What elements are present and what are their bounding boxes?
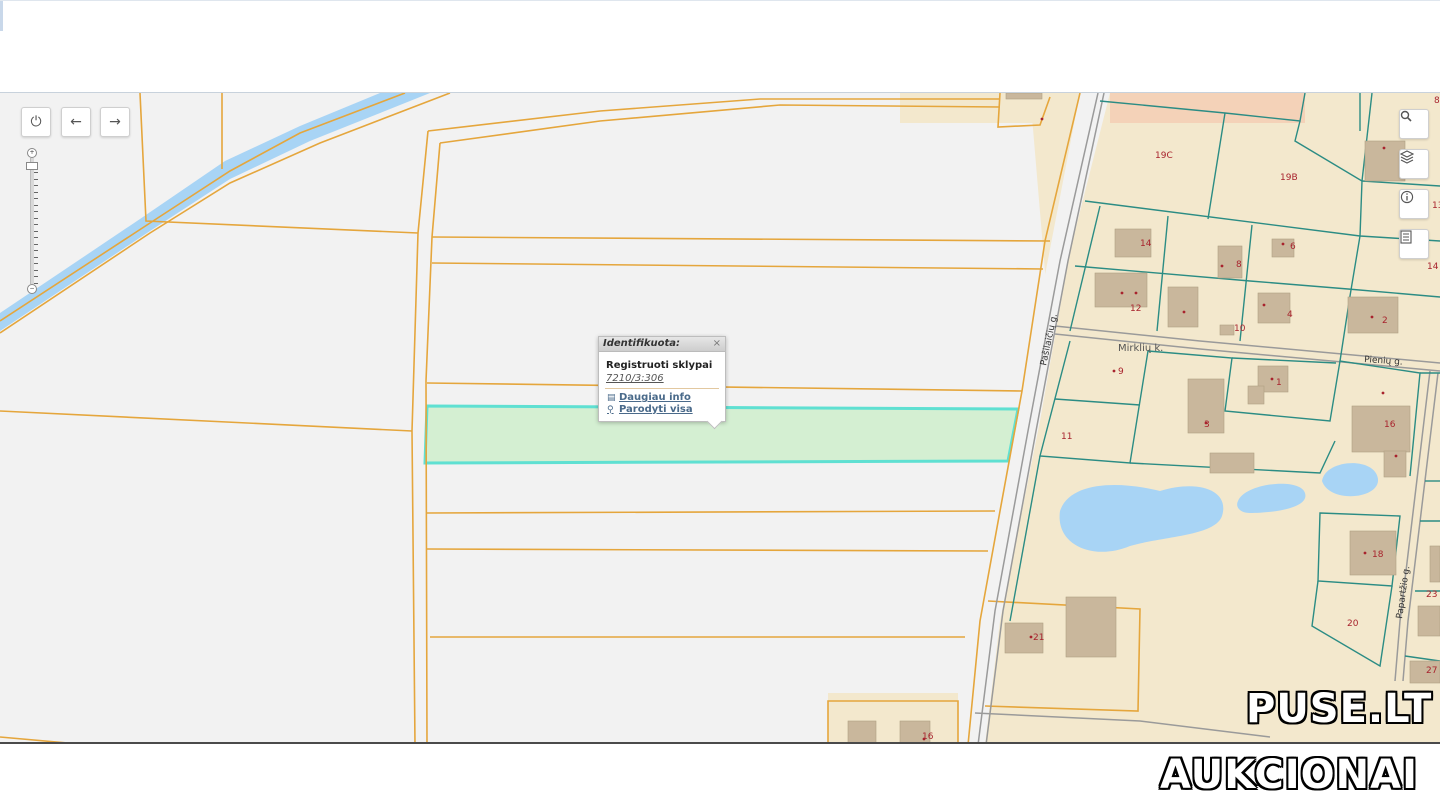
- parcel-label: 18: [1372, 550, 1384, 560]
- document-button[interactable]: [1399, 229, 1429, 259]
- zoom-tick: [34, 217, 38, 219]
- more-info-label: Daugiau info: [619, 392, 691, 403]
- zoom-slider[interactable]: + −: [26, 148, 38, 294]
- zoom-tick: [34, 269, 38, 271]
- top-band: [0, 0, 1440, 92]
- zoom-out-button[interactable]: −: [27, 284, 37, 294]
- zoom-tick: [34, 224, 38, 225]
- info-button[interactable]: [1399, 189, 1429, 219]
- back-button[interactable]: ←: [61, 107, 91, 137]
- document-icon: ▤: [607, 392, 616, 403]
- zoom-tick: [34, 237, 38, 238]
- parcel-label: 10: [1234, 324, 1246, 334]
- zoom-tick: [34, 263, 38, 264]
- parcel-label: 12: [1130, 304, 1141, 314]
- parcel-label: 2: [1382, 316, 1388, 326]
- zoom-in-button[interactable]: +: [27, 148, 37, 158]
- parcel-label: 14: [1140, 239, 1152, 249]
- parcel-label: 8: [1236, 260, 1242, 270]
- zoom-tick: [34, 198, 38, 199]
- arrow-right-icon: →: [109, 114, 121, 130]
- zoom-tick: [34, 191, 38, 193]
- zoom-handle[interactable]: [26, 162, 38, 170]
- parcel-code-link[interactable]: 7210/3:306: [606, 373, 725, 384]
- parcel-label: 4: [1287, 310, 1293, 320]
- zoom-tick: [34, 172, 38, 173]
- watermark-line1: PUSE.LT: [1246, 686, 1433, 732]
- zoom-tick: [34, 256, 38, 258]
- power-icon: ⏻: [30, 114, 42, 130]
- popup-header: Identifikuota: ×: [599, 337, 725, 352]
- show-all-link[interactable]: ⚲ Parodyti visa: [607, 404, 725, 415]
- parcel-label: 9: [1118, 367, 1124, 377]
- arrow-left-icon: ←: [70, 114, 82, 130]
- zoom-tick: [34, 276, 38, 277]
- zoom-tick: [34, 204, 38, 206]
- parcel-label: 23: [1426, 590, 1437, 600]
- zoom-tick: [34, 250, 38, 251]
- popup-title: Registruoti sklypai: [606, 360, 713, 371]
- zoom-track[interactable]: [30, 158, 34, 284]
- search-icon: ⚲: [607, 404, 614, 415]
- power-button[interactable]: ⏻: [21, 107, 51, 137]
- zoom-tick: [34, 211, 38, 212]
- more-info-link[interactable]: ▤ Daugiau info: [607, 392, 725, 403]
- map-viewport[interactable]: 19C 19B 14 8 6 14 12 4 2 10 9 1 3 16 11 …: [0, 92, 1440, 744]
- zoom-tick: [34, 230, 38, 232]
- close-icon[interactable]: ×: [713, 337, 721, 351]
- zoom-tick: [34, 178, 38, 180]
- zoom-tick: [34, 185, 38, 186]
- parcel-label: 11: [1061, 432, 1072, 442]
- parcel-label: 6: [1290, 242, 1296, 252]
- parcel-label: 14: [1427, 262, 1439, 272]
- popup-divider: [605, 388, 719, 389]
- parcel-label: 13: [1432, 201, 1440, 211]
- parcel-label: 27: [1426, 666, 1437, 676]
- parcel-label: 21: [1033, 633, 1044, 643]
- zoom-tick: [34, 282, 38, 284]
- show-all-label: Parodyti visa: [619, 404, 693, 415]
- parcel-label: 3: [1204, 420, 1210, 430]
- zoom-tick: [34, 243, 38, 245]
- parcel-label: 16: [1384, 420, 1396, 430]
- parcel-label: 1: [1276, 378, 1282, 388]
- street-label-mirkliu: Mirklių k.: [1118, 343, 1163, 354]
- identify-popup: Identifikuota: × Registruoti sklypai 721…: [598, 336, 726, 430]
- watermark-line2: AUKCIONAI: [1160, 752, 1418, 798]
- parcel-label: 20: [1347, 619, 1359, 629]
- parcel-label: 19B: [1280, 173, 1298, 183]
- parcel-label: 8: [1434, 96, 1440, 106]
- search-button[interactable]: [1399, 109, 1429, 139]
- layers-button[interactable]: [1399, 149, 1429, 179]
- parcel-label: 16: [922, 732, 934, 742]
- popup-header-label: Identifikuota:: [603, 338, 681, 349]
- parcel-label: 19C: [1155, 151, 1173, 161]
- forward-button[interactable]: →: [100, 107, 130, 137]
